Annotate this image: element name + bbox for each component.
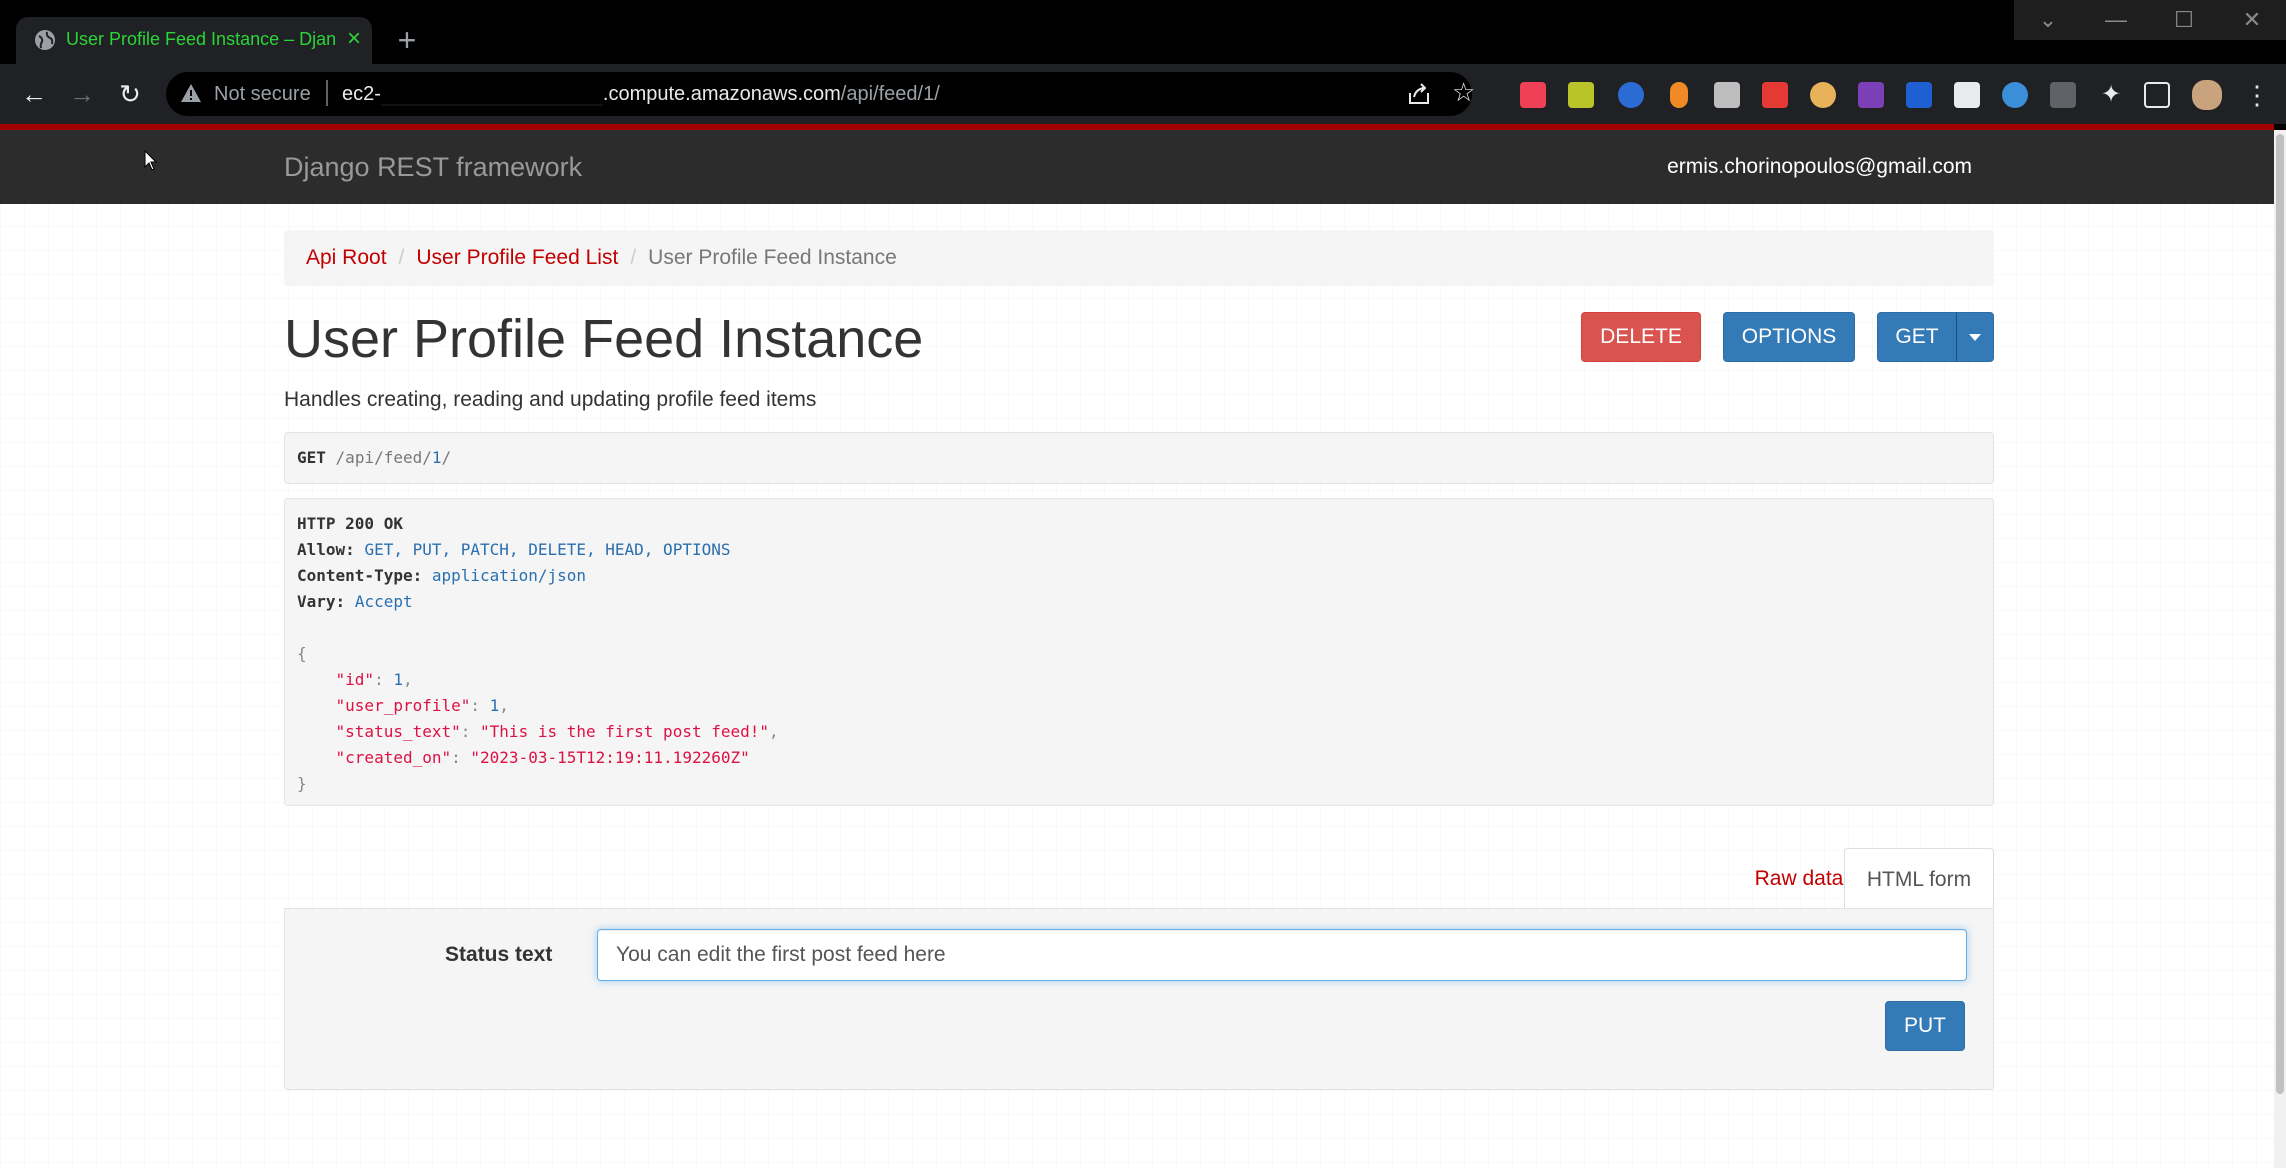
breadcrumb-api-root[interactable]: Api Root xyxy=(306,246,387,269)
get-format-dropdown[interactable] xyxy=(1956,312,1994,362)
timer-extension-icon[interactable] xyxy=(1618,82,1644,108)
brand-link[interactable]: Django REST framework xyxy=(284,152,582,183)
bookmark-star-icon[interactable]: ☆ xyxy=(1452,79,1478,105)
avatar[interactable] xyxy=(2192,80,2222,110)
tab-html-form[interactable]: HTML form xyxy=(1844,848,1994,910)
page-description: Handles creating, reading and updating p… xyxy=(284,388,817,411)
scrollbar-thumb[interactable] xyxy=(2276,134,2284,1094)
new-tab-icon[interactable]: + xyxy=(390,24,424,58)
options-button[interactable]: OPTIONS xyxy=(1723,312,1855,362)
page-content: Django REST framework ermis.chorinopoulo… xyxy=(0,130,2274,1168)
html-form: Status text PUT xyxy=(284,908,1994,1090)
get-button[interactable]: GET xyxy=(1877,312,1957,362)
tab-title: User Profile Feed Instance – Djan xyxy=(66,29,336,49)
breadcrumb: Api Root / User Profile Feed List / User Pro… xyxy=(284,230,1994,286)
malwarebytes-icon[interactable] xyxy=(1906,82,1932,108)
window-close-icon[interactable]: ✕ xyxy=(2218,0,2286,40)
extension-icon[interactable] xyxy=(1670,82,1688,108)
url-text: ec2- .compute.amazonaws.com/api/feed/1/ xyxy=(342,83,940,106)
breadcrumb-divider: / xyxy=(398,246,405,269)
put-button[interactable]: PUT xyxy=(1885,1001,1965,1051)
menu-kebab-icon[interactable]: ⋮ xyxy=(2244,82,2270,108)
response-info: HTTP 200 OK Allow: GET, PUT, PATCH, DELE… xyxy=(284,498,1994,806)
mouse-cursor-icon xyxy=(144,150,158,171)
url-separator xyxy=(326,80,328,106)
status-text-input[interactable] xyxy=(597,929,1967,981)
breadcrumb-current: User Profile Feed Instance xyxy=(648,246,897,269)
pocket-icon[interactable] xyxy=(1520,82,1546,108)
warning-icon xyxy=(181,84,201,102)
maximize-icon[interactable]: ☐ xyxy=(2150,0,2218,40)
caret-down-icon xyxy=(1969,333,1981,341)
request-info: GET /api/feed/1/ xyxy=(284,432,1994,484)
onenote-icon[interactable] xyxy=(1858,82,1884,108)
tab-close-icon[interactable]: × xyxy=(340,25,368,53)
extension-icon[interactable] xyxy=(2002,82,2028,108)
breadcrumb-feed-list[interactable]: User Profile Feed List xyxy=(416,246,618,269)
delete-button[interactable]: DELETE xyxy=(1581,312,1701,362)
side-panel-icon[interactable] xyxy=(2144,82,2170,108)
extension-icon[interactable] xyxy=(1568,82,1594,108)
user-menu[interactable]: ermis.chorinopoulos@gmail.com xyxy=(1667,155,1972,179)
forward-icon[interactable]: → xyxy=(64,76,100,112)
notion-icon[interactable] xyxy=(1954,82,1980,108)
reload-icon[interactable]: ↻ xyxy=(112,76,148,112)
extension-icon[interactable] xyxy=(1810,82,1836,108)
browser-tabbar: User Profile Feed Instance – Djan × + ⌄ … xyxy=(0,0,2286,64)
page-title: User Profile Feed Instance xyxy=(284,309,924,369)
download-icon[interactable] xyxy=(2050,82,2076,108)
redacted-host xyxy=(380,83,603,106)
drf-navbar: Django REST framework ermis.chorinopoulo… xyxy=(0,130,2274,204)
status-text-label: Status text xyxy=(445,943,553,966)
extensions-puzzle-icon[interactable]: ✦ xyxy=(2098,82,2124,108)
shield-extension-icon[interactable] xyxy=(1762,82,1788,108)
form-tabs: Raw data HTML form xyxy=(284,848,1994,910)
extension-icon[interactable] xyxy=(1714,82,1740,108)
address-bar[interactable]: Not secure ec2- .compute.amazonaws.com/ap… xyxy=(166,72,1475,116)
page-scrollbar[interactable] xyxy=(2274,130,2286,1168)
tab-search-icon[interactable]: ⌄ xyxy=(2014,0,2082,40)
breadcrumb-divider: / xyxy=(630,246,637,269)
share-icon[interactable] xyxy=(1406,81,1432,107)
browser-tab[interactable]: User Profile Feed Instance – Djan × xyxy=(16,17,372,64)
minimize-icon[interactable]: — xyxy=(2082,0,2150,40)
globe-icon xyxy=(35,30,55,50)
browser-toolbar: ← → ↻ Not secure ec2- .compute.amazonaws.… xyxy=(0,64,2286,178)
not-secure-label: Not secure xyxy=(214,83,311,105)
back-icon[interactable]: ← xyxy=(16,76,52,112)
